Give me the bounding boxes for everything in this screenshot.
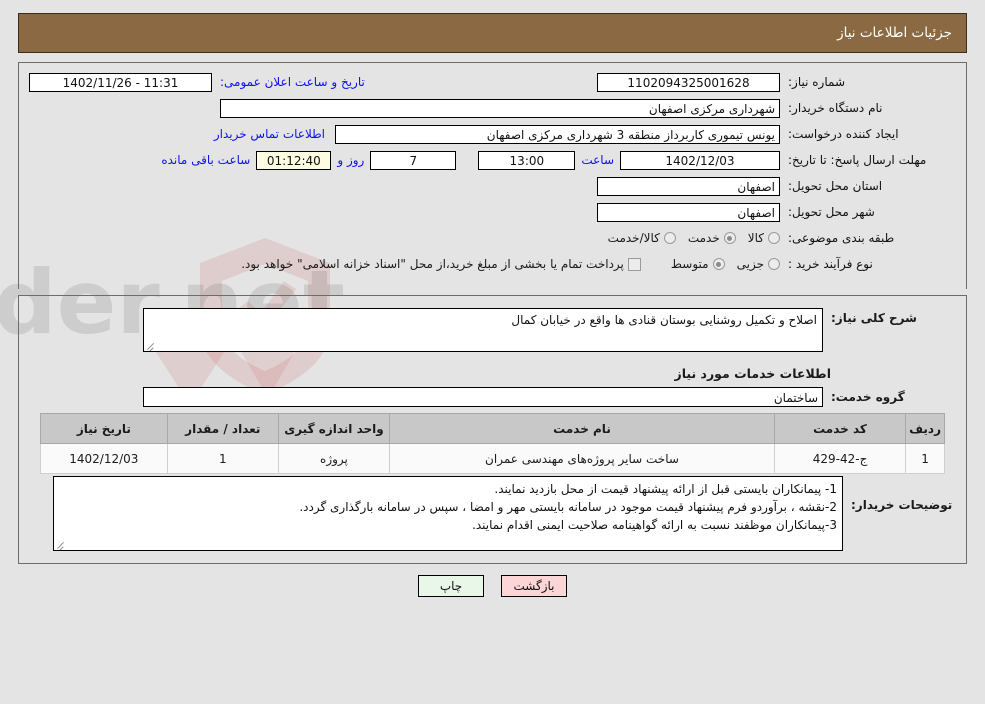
cell-name: ساخت سایر پروژه‌های مهندسی عمران [389, 443, 775, 474]
city-field[interactable]: اصفهان [597, 202, 780, 222]
category-label: طبقه بندی موضوعی: [788, 231, 895, 245]
row-city: شهر محل تحویل: اصفهان [29, 201, 956, 223]
category-option-kala-khedmat[interactable]: کالا/خدمت [596, 231, 676, 245]
category-option-khedmat[interactable]: خدمت [676, 231, 736, 245]
radio-motavaset-icon[interactable] [712, 258, 725, 270]
description-value: اصلاح و تکمیل روشنایی بوستان قنادی ها وا… [511, 313, 817, 327]
category-option-label-1: خدمت [687, 231, 720, 245]
row-service-group: گروه خدمت: ساختمان [29, 387, 956, 407]
buyer-contact-link[interactable]: اطلاعات تماس خریدار [214, 127, 335, 141]
table-header-row: ردیف کد خدمت نام خدمت واحد اندازه گیری ت… [40, 413, 945, 444]
process-option-jozii[interactable]: جزیی [725, 257, 780, 271]
footer-actions: بازگشت چاپ [0, 575, 985, 597]
remaining-hours-label: ساعت باقی مانده [161, 153, 251, 167]
cell-date: 1402/12/03 [40, 443, 168, 474]
treasury-checkbox-group[interactable]: پرداخت تمام یا بخشی از مبلغ خرید،از محل … [241, 257, 641, 271]
countdown-field: 01:12:40 [256, 150, 332, 170]
city-label: شهر محل تحویل: [788, 205, 875, 219]
process-type-label: نوع فرآیند خرید : [788, 257, 873, 271]
category-option-kala[interactable]: کالا [736, 231, 780, 245]
col-unit: واحد اندازه گیری [277, 413, 391, 444]
resize-grip-icon[interactable] [146, 340, 156, 350]
col-qty: تعداد / مقدار [166, 413, 279, 444]
services-section-title: اطلاعات خدمات مورد نیاز [674, 366, 832, 381]
treasury-checkbox-label: پرداخت تمام یا بخشی از مبلغ خرید،از محل … [241, 257, 624, 271]
province-field[interactable]: اصفهان [597, 176, 780, 196]
back-button[interactable]: بازگشت [501, 575, 567, 597]
deadline-date-field[interactable]: 1402/12/03 [620, 150, 780, 170]
page-header: جزئیات اطلاعات نیاز [18, 13, 967, 53]
buyer-note-line-1: 1- پیمانکاران بایستی قبل از ارائه پیشنها… [494, 482, 837, 496]
col-radif: ردیف [905, 413, 945, 444]
buyer-note-line-2: 2-نقشه ، برآوردو فرم پیشنهاد قیمت موجود … [299, 500, 837, 514]
deadline-label: مهلت ارسال پاسخ: تا تاریخ: [780, 153, 956, 167]
row-process-type: نوع فرآیند خرید : جزیی متوسط پرداخت تمام… [29, 253, 956, 275]
row-buyer-notes: توضیحات خریدار: 1- پیمانکاران بایستی قبل… [29, 476, 956, 551]
need-number-label: شماره نیاز: [788, 75, 845, 89]
cell-radif: 1 [905, 443, 945, 474]
days-remaining-field[interactable]: 7 [370, 150, 457, 170]
service-details-panel: شرح کلی نیاز: اصلاح و تکمیل روشنایی بوست… [18, 295, 967, 564]
category-option-label-2: کالا/خدمت [607, 231, 660, 245]
creator-field[interactable]: یونس تیموری کاربرداز منطقه 3 شهرداری مرک… [335, 124, 780, 144]
radio-khedmat-icon[interactable] [723, 232, 736, 244]
cell-code: ج-42-429 [773, 443, 907, 474]
radio-jozii-icon[interactable] [768, 258, 780, 270]
creator-label: ایجاد کننده درخواست: [788, 127, 899, 141]
row-deadline: مهلت ارسال پاسخ: تا تاریخ: 1402/12/03 سا… [29, 149, 956, 171]
print-button[interactable]: چاپ [418, 575, 484, 597]
treasury-checkbox-icon[interactable] [627, 257, 641, 271]
description-label: شرح کلی نیاز: [831, 311, 917, 325]
page-root: جزئیات اطلاعات نیاز شماره نیاز: 11020943… [0, 13, 985, 704]
need-info-panel: شماره نیاز: 1102094325001628 تاریخ و ساع… [18, 62, 967, 289]
announce-datetime-field[interactable]: 11:31 - 1402/11/26 [29, 72, 212, 92]
col-date: تاریخ نیاز [40, 413, 168, 444]
category-option-label-0: کالا [747, 231, 764, 245]
page-title: جزئیات اطلاعات نیاز [837, 25, 952, 41]
cell-qty: 1 [166, 443, 279, 474]
table-row[interactable]: 1 ج-42-429 ساخت سایر پروژه‌های مهندسی عم… [40, 443, 945, 474]
radio-kala-icon[interactable] [768, 232, 780, 244]
process-option-motavaset[interactable]: متوسط [659, 257, 725, 271]
row-description: شرح کلی نیاز: اصلاح و تکمیل روشنایی بوست… [29, 308, 956, 352]
need-number-field[interactable]: 1102094325001628 [597, 72, 780, 92]
process-option-label-1: متوسط [670, 257, 709, 271]
province-label: استان محل تحویل: [788, 179, 883, 193]
row-creator: ایجاد کننده درخواست: یونس تیموری کاربردا… [29, 123, 956, 145]
hour-label: ساعت [581, 153, 614, 167]
buyer-notes-textarea[interactable]: 1- پیمانکاران بایستی قبل از ارائه پیشنها… [53, 476, 843, 551]
buyer-notes-label: توضیحات خریدار: [851, 498, 953, 512]
description-textarea[interactable]: اصلاح و تکمیل روشنایی بوستان قنادی ها وا… [143, 308, 823, 352]
deadline-label-text: مهلت ارسال پاسخ: تا تاریخ: [788, 153, 927, 167]
buyer-org-label: نام دستگاه خریدار: [788, 101, 883, 115]
announce-datetime-label: تاریخ و ساعت اعلان عمومی: [220, 75, 365, 89]
col-code: کد خدمت [773, 413, 907, 444]
process-option-label-0: جزیی [736, 257, 764, 271]
deadline-time-field[interactable]: 13:00 [478, 150, 576, 170]
row-category: طبقه بندی موضوعی: کالا خدمت کالا/خدمت [29, 227, 956, 249]
row-province: استان محل تحویل: اصفهان [29, 175, 956, 197]
service-group-label: گروه خدمت: [831, 390, 905, 404]
days-and-label: روز و [337, 153, 365, 167]
buyer-org-field[interactable]: شهرداری مرکزی اصفهان [220, 98, 780, 118]
resize-grip-icon[interactable] [56, 539, 66, 549]
col-name: نام خدمت [389, 413, 775, 444]
service-group-field[interactable]: ساختمان [143, 387, 823, 407]
cell-unit: پروژه [277, 443, 391, 474]
row-buyer-org: نام دستگاه خریدار: شهرداری مرکزی اصفهان [29, 97, 956, 119]
buyer-note-line-3: 3-پیمانکاران موظفند نسبت به ارائه گواهین… [472, 518, 837, 532]
services-table: ردیف کد خدمت نام خدمت واحد اندازه گیری ت… [40, 413, 945, 474]
row-need-number: شماره نیاز: 1102094325001628 تاریخ و ساع… [29, 71, 956, 93]
radio-kala-khedmat-icon[interactable] [663, 232, 676, 244]
